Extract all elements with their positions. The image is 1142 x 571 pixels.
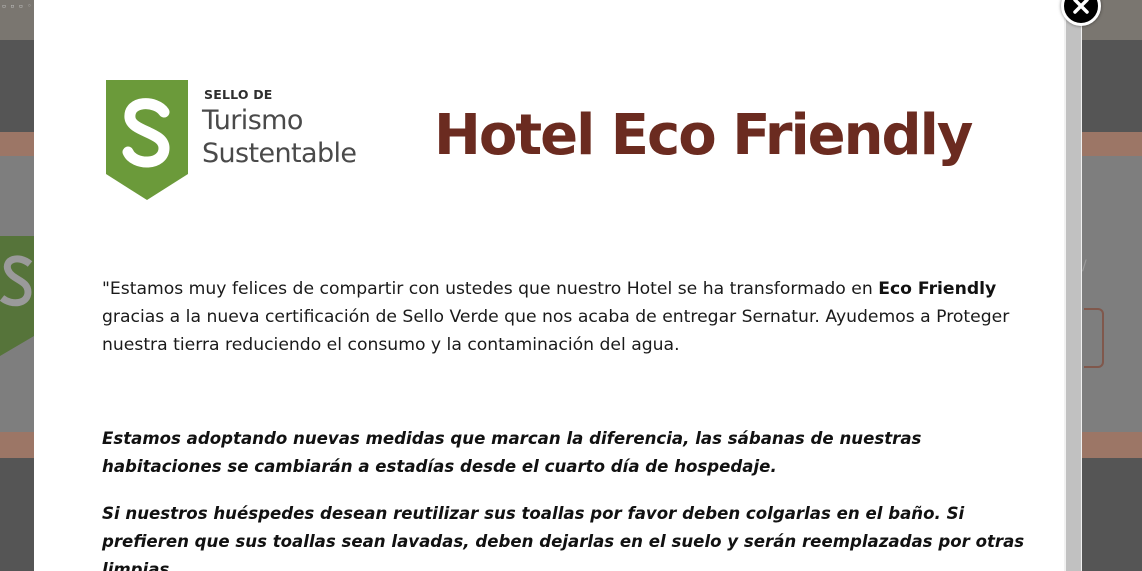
close-icon	[1073, 0, 1089, 14]
intro-text-end: gracias a la nueva certificación de Sell…	[102, 307, 1010, 355]
bedsheet-policy-note: Estamos adoptando nuevas medidas que mar…	[102, 429, 922, 476]
intro-text-start: "Estamos muy felices de compartir con us…	[102, 279, 879, 299]
seal-label-line-2: Sustentable	[202, 138, 357, 169]
sello-turismo-sustentable-logo: SELLO DE Turismo Sustentable	[106, 80, 357, 202]
modal-scrollbar-thumb[interactable]	[1066, 18, 1081, 571]
eco-friendly-modal: SELLO DE Turismo Sustentable Hotel Eco F…	[34, 0, 1064, 571]
towel-policy-note: Si nuestros huéspedes desean reutilizar …	[102, 504, 1025, 571]
background-input-edge	[1084, 308, 1104, 368]
seal-label-line-1: Turismo	[202, 105, 303, 136]
intro-paragraph: "Estamos muy felices de compartir con us…	[102, 275, 1022, 359]
seal-shield-icon	[106, 80, 188, 200]
background-text-fragment: /	[1082, 258, 1087, 274]
page-title: Hotel Eco Friendly	[434, 103, 973, 168]
background-seal-logo	[0, 236, 34, 356]
seal-label-small: SELLO DE	[204, 87, 273, 102]
intro-bold-eco-friendly: Eco Friendly	[878, 279, 997, 299]
